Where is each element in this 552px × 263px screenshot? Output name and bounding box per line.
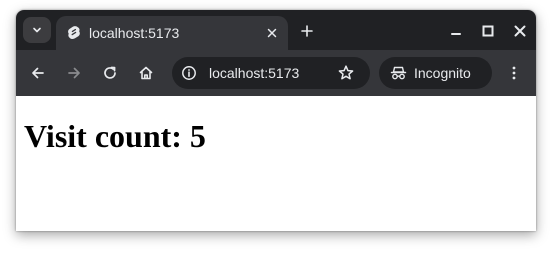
minimize-icon [450, 25, 462, 37]
tab-close-button[interactable] [262, 23, 282, 43]
incognito-profile-button[interactable]: Incognito [379, 57, 492, 89]
arrow-right-icon [66, 65, 82, 81]
info-icon[interactable] [181, 65, 197, 81]
reload-button[interactable] [98, 61, 122, 85]
home-icon [138, 65, 154, 81]
kebab-menu-icon [506, 65, 522, 81]
address-bar-url[interactable]: localhost:5173 [209, 64, 299, 82]
page-content: Visit count: 5 [16, 96, 536, 231]
close-icon [267, 28, 277, 38]
reload-icon [102, 65, 118, 81]
close-icon [514, 25, 526, 37]
browser-menu-button[interactable] [502, 61, 526, 85]
address-bar[interactable]: localhost:5173 [172, 57, 370, 89]
incognito-icon [390, 65, 407, 81]
chevron-down-icon [31, 24, 43, 36]
svelte-favicon-icon [66, 25, 82, 41]
star-icon[interactable] [337, 64, 355, 82]
visit-count-heading: Visit count: 5 [24, 118, 206, 154]
toolbar: localhost:5173 Incognito [16, 50, 536, 96]
minimize-button[interactable] [445, 20, 467, 42]
back-button[interactable] [26, 61, 50, 85]
home-button[interactable] [134, 61, 158, 85]
plus-icon [301, 25, 313, 37]
title-bar: localhost:5173 [16, 10, 536, 50]
tab-title: localhost:5173 [89, 25, 180, 41]
arrow-left-icon [30, 65, 46, 81]
maximize-icon [482, 25, 494, 37]
tab-search-button[interactable] [23, 17, 51, 43]
new-tab-button[interactable] [296, 20, 318, 42]
tab-active[interactable]: localhost:5173 [56, 16, 288, 50]
maximize-button[interactable] [477, 20, 499, 42]
browser-window: localhost:5173 localhost:5173 Incognito … [16, 10, 536, 231]
forward-button[interactable] [62, 61, 86, 85]
close-window-button[interactable] [509, 20, 531, 42]
incognito-label: Incognito [414, 65, 471, 81]
